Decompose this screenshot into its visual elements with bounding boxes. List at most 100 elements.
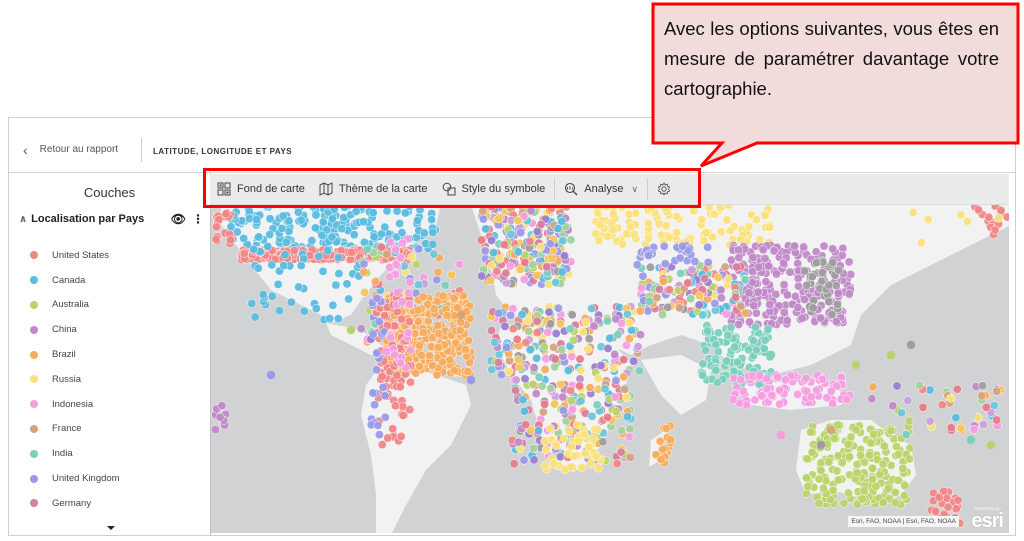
location-point[interactable] <box>593 425 602 435</box>
location-point[interactable] <box>528 260 538 270</box>
location-point[interactable] <box>716 293 726 303</box>
location-point[interactable] <box>592 400 602 410</box>
location-point[interactable] <box>678 241 688 251</box>
location-point[interactable] <box>819 483 828 493</box>
location-point[interactable] <box>351 207 361 216</box>
location-point[interactable] <box>981 402 991 412</box>
location-point[interactable] <box>994 213 1004 223</box>
location-point[interactable] <box>529 455 539 465</box>
location-point[interactable] <box>517 310 527 320</box>
back-to-report-button[interactable]: ‹ Retour au rapport <box>23 143 118 157</box>
location-point[interactable] <box>779 258 788 268</box>
location-point[interactable] <box>802 280 812 290</box>
location-point[interactable] <box>878 459 888 469</box>
location-point[interactable] <box>611 407 621 416</box>
location-point[interactable] <box>531 389 541 399</box>
location-point[interactable] <box>267 260 277 270</box>
location-point[interactable] <box>749 301 759 311</box>
location-point[interactable] <box>528 379 538 389</box>
location-point[interactable] <box>532 316 542 326</box>
location-point[interactable] <box>886 350 896 360</box>
legend-item[interactable]: Australia <box>27 293 120 318</box>
location-point[interactable] <box>296 215 306 225</box>
location-point[interactable] <box>969 424 979 434</box>
location-point[interactable] <box>328 300 338 310</box>
location-point[interactable] <box>845 452 855 462</box>
location-point[interactable] <box>760 335 770 345</box>
location-point[interactable] <box>723 331 733 340</box>
location-point[interactable] <box>529 363 539 373</box>
location-point[interactable] <box>859 486 869 496</box>
location-point[interactable] <box>660 259 670 269</box>
location-point[interactable] <box>432 275 442 285</box>
location-point[interactable] <box>380 391 390 401</box>
location-point[interactable] <box>869 429 879 439</box>
location-point[interactable] <box>617 239 627 249</box>
location-point[interactable] <box>753 287 763 297</box>
location-point[interactable] <box>625 318 634 328</box>
location-point[interactable] <box>540 399 550 409</box>
location-point[interactable] <box>528 443 538 453</box>
location-point[interactable] <box>654 219 664 229</box>
location-point[interactable] <box>868 382 878 392</box>
location-point[interactable] <box>996 205 1006 215</box>
location-point[interactable] <box>544 307 554 317</box>
location-point[interactable] <box>761 277 771 287</box>
world-map[interactable] <box>211 205 1009 533</box>
settings-button[interactable] <box>650 174 684 204</box>
location-point[interactable] <box>797 313 807 323</box>
location-point[interactable] <box>600 384 610 394</box>
location-point[interactable] <box>540 365 550 374</box>
location-point[interactable] <box>856 450 866 460</box>
location-point[interactable] <box>575 381 585 391</box>
analysis-dropdown[interactable]: Analyse ∨ <box>557 174 645 204</box>
location-point[interactable] <box>456 310 466 320</box>
location-point[interactable] <box>898 464 908 473</box>
location-point[interactable] <box>765 222 775 232</box>
location-point[interactable] <box>294 282 304 292</box>
location-point[interactable] <box>386 237 396 247</box>
location-point[interactable] <box>388 424 398 434</box>
location-point[interactable] <box>395 382 405 392</box>
location-point[interactable] <box>729 342 739 352</box>
location-point[interactable] <box>477 235 486 245</box>
location-point[interactable] <box>512 334 522 344</box>
location-point[interactable] <box>738 386 748 396</box>
location-point[interactable] <box>413 216 422 225</box>
location-point[interactable] <box>466 375 476 385</box>
location-point[interactable] <box>581 317 591 327</box>
location-point[interactable] <box>828 258 838 267</box>
location-point[interactable] <box>819 241 829 251</box>
location-point[interactable] <box>391 245 401 255</box>
location-point[interactable] <box>392 206 402 216</box>
location-point[interactable] <box>984 212 994 222</box>
location-point[interactable] <box>368 208 378 218</box>
location-point[interactable] <box>790 241 800 251</box>
location-point[interactable] <box>263 241 273 251</box>
location-point[interactable] <box>487 326 497 335</box>
location-point[interactable] <box>627 325 636 335</box>
location-point[interactable] <box>519 275 529 284</box>
location-point[interactable] <box>442 311 452 321</box>
location-point[interactable] <box>458 291 468 301</box>
location-point[interactable] <box>558 392 568 402</box>
location-point[interactable] <box>731 292 741 302</box>
location-point[interactable] <box>372 293 382 303</box>
location-point[interactable] <box>419 228 429 238</box>
basemap-button[interactable]: Fond de carte <box>210 174 312 204</box>
location-point[interactable] <box>884 484 893 493</box>
location-point[interactable] <box>698 359 708 369</box>
location-point[interactable] <box>782 316 792 326</box>
location-point[interactable] <box>368 329 378 339</box>
location-point[interactable] <box>567 442 577 452</box>
location-point[interactable] <box>864 450 874 460</box>
location-point[interactable] <box>449 293 459 303</box>
location-point[interactable] <box>404 317 414 327</box>
location-point[interactable] <box>485 276 495 286</box>
location-point[interactable] <box>658 310 667 320</box>
location-point[interactable] <box>447 270 457 280</box>
scroll-down-arrow-icon[interactable] <box>107 526 115 530</box>
location-point[interactable] <box>596 361 606 370</box>
location-point[interactable] <box>728 395 738 405</box>
location-point[interactable] <box>638 271 648 281</box>
